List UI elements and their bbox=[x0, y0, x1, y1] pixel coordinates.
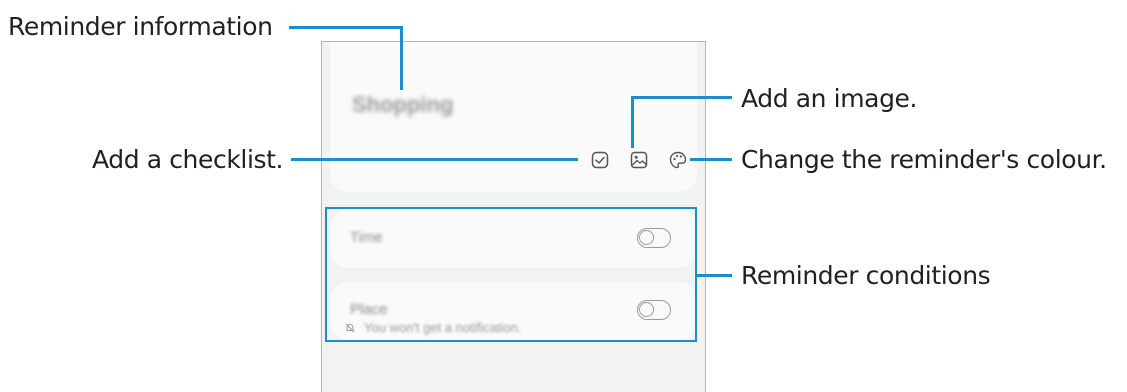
callout-line bbox=[690, 158, 732, 161]
checklist-icon[interactable] bbox=[590, 150, 610, 170]
callout-line bbox=[400, 26, 403, 90]
callout-line bbox=[291, 158, 578, 161]
callout-line bbox=[289, 26, 402, 29]
conditions-highlight bbox=[325, 207, 697, 342]
callout-reminder-conditions: Reminder conditions bbox=[741, 261, 991, 290]
callout-add-checklist: Add a checklist. bbox=[92, 145, 284, 174]
palette-icon[interactable] bbox=[668, 150, 688, 170]
callout-line bbox=[631, 96, 634, 148]
callout-reminder-information: Reminder information bbox=[8, 12, 273, 41]
callout-add-image: Add an image. bbox=[741, 84, 918, 113]
callout-line bbox=[697, 274, 732, 277]
image-icon[interactable] bbox=[629, 150, 649, 170]
callout-line bbox=[631, 96, 732, 99]
reminder-card[interactable]: Shopping bbox=[330, 42, 697, 192]
reminder-title[interactable]: Shopping bbox=[352, 92, 453, 118]
callout-change-colour: Change the reminder's colour. bbox=[741, 145, 1107, 174]
